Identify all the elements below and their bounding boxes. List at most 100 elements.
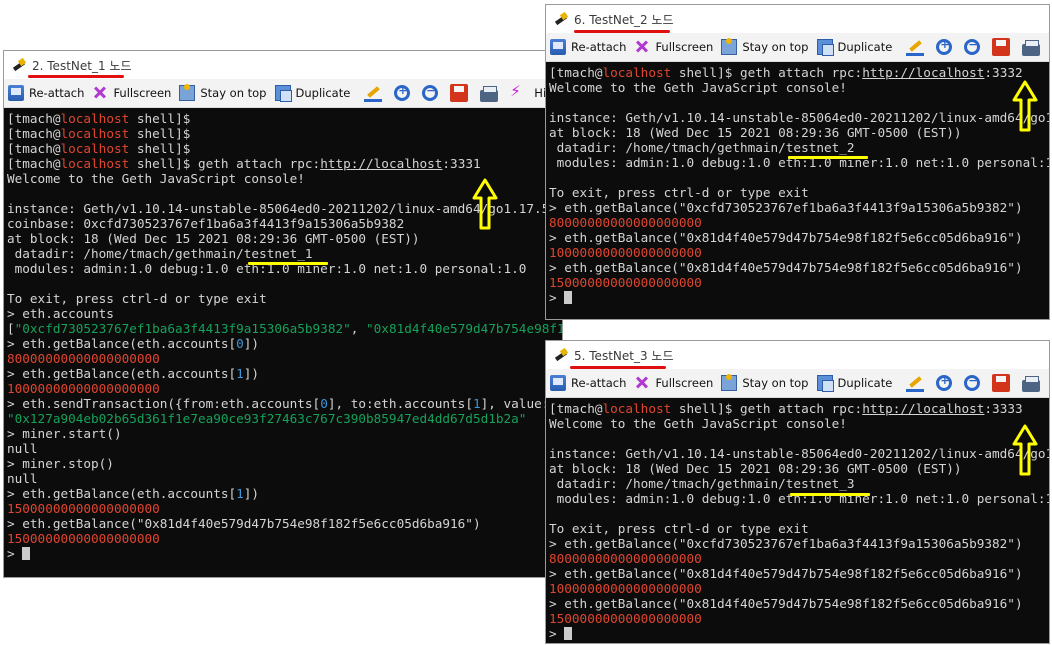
fullscreen-button[interactable]: Fullscreen — [634, 375, 713, 391]
save-icon[interactable] — [992, 374, 1011, 392]
terminal-text: shell]$ — [129, 141, 191, 156]
terminal-text: instance: Geth/v1.10.14-unstable-85064ed… — [549, 446, 1049, 461]
title-bar[interactable]: 5. TestNet_3 노드 — [546, 341, 1049, 369]
duplicate-label: Duplicate — [837, 40, 893, 54]
terminal-text: ]) — [243, 366, 260, 381]
edit-icon[interactable] — [906, 374, 925, 392]
terminal-text: 1 — [236, 366, 244, 381]
fullscreen-icon — [634, 39, 650, 55]
terminal-line: Welcome to the Geth JavaScript console! — [549, 80, 1049, 95]
terminal-line: > eth.accounts — [7, 306, 562, 321]
zoom-out-icon[interactable] — [422, 84, 439, 101]
stay-on-top-button[interactable]: Stay on top — [721, 38, 809, 55]
zoom-out-icon[interactable] — [964, 38, 981, 55]
terminal-line: 15000000000000000000 — [7, 501, 562, 516]
terminal-text: > eth.accounts — [7, 306, 114, 321]
text-cursor — [564, 627, 573, 640]
terminal-line: "0x127a904eb02b65d361f1e7ea90ce93f27463c… — [7, 411, 562, 426]
stay-on-top-icon — [721, 38, 738, 55]
zoom-in-icon[interactable] — [936, 374, 953, 391]
terminal-text: To exit, press ctrl-d or type exit — [7, 291, 267, 306]
terminal-text: localhost — [602, 401, 672, 416]
reattach-icon — [550, 375, 566, 391]
terminal-text: > eth.getBalance("0x81d4f40e579d47b754e9… — [549, 566, 1023, 581]
terminal-text: > eth.getBalance(eth.accounts[ — [7, 486, 237, 501]
print-icon[interactable] — [1022, 376, 1041, 392]
stay-on-top-button[interactable]: Stay on top — [179, 84, 267, 101]
terminal-text: 0 — [320, 396, 328, 411]
terminal-text: 80000000000000000000 — [549, 215, 702, 230]
edit-icon[interactable] — [906, 38, 925, 56]
terminal-line: > eth.getBalance(eth.accounts[0]) — [7, 336, 562, 351]
terminal-text: 15000000000000000000 — [549, 275, 702, 290]
terminal-text: [tmach@ — [549, 65, 603, 80]
terminal-text: > eth.getBalance(eth.accounts[ — [7, 366, 237, 381]
terminal-text: > eth.getBalance(eth.accounts[ — [7, 336, 237, 351]
save-icon[interactable] — [992, 38, 1011, 56]
title-underline-annotation — [574, 30, 670, 33]
terminal-output[interactable]: [tmach@localhost shell]$ geth attach rpc… — [546, 398, 1049, 643]
terminal-text: [ — [7, 321, 15, 336]
terminal-text: datadir: /home/tmach/gethmain/testnet_2 — [549, 140, 855, 155]
terminal-line: > miner.stop() — [7, 456, 562, 471]
fullscreen-button[interactable]: Fullscreen — [92, 85, 171, 101]
fullscreen-label: Fullscreen — [113, 86, 172, 100]
edit-icon[interactable] — [364, 84, 383, 102]
terminal-text: [tmach@ — [7, 156, 61, 171]
terminal-output[interactable]: [tmach@localhost shell]$ geth attach rpc… — [546, 62, 1049, 319]
terminal-app-icon — [554, 12, 568, 26]
print-icon[interactable] — [480, 86, 499, 102]
fullscreen-label: Fullscreen — [655, 40, 714, 54]
zoom-in-icon[interactable] — [936, 38, 953, 55]
fullscreen-icon — [92, 85, 108, 101]
terminal-line: 15000000000000000000 — [549, 275, 1049, 290]
terminal-text: > — [549, 290, 565, 305]
terminal-text: ]) — [243, 486, 260, 501]
terminal-line: [tmach@localhost shell]$ geth attach rpc… — [7, 156, 562, 171]
title-bar[interactable]: 2. TestNet_1 노드 — [4, 51, 562, 79]
window-title: 6. TestNet_2 노드 — [574, 12, 674, 27]
stay-on-top-button[interactable]: Stay on top — [721, 374, 809, 391]
terminal-window-testnet-3: 5. TestNet_3 노드 Re-attach Fullscreen Sta… — [545, 340, 1050, 644]
reattach-button[interactable]: Re-attach — [8, 85, 84, 101]
terminal-text: > eth.sendTransaction({from:eth.accounts… — [7, 396, 321, 411]
duplicate-label: Duplicate — [837, 376, 893, 390]
terminal-text: ], value: — [480, 396, 550, 411]
print-icon[interactable] — [1022, 40, 1041, 56]
reattach-button[interactable]: Re-attach — [550, 375, 626, 391]
terminal-line: To exit, press ctrl-d or type exit — [549, 185, 1049, 200]
duplicate-button[interactable]: Duplicate — [816, 39, 893, 56]
terminal-window-testnet-1: 2. TestNet_1 노드 Re-attach Fullscreen Sta… — [3, 50, 563, 578]
terminal-text: :3333 — [984, 401, 1023, 416]
fullscreen-icon — [634, 375, 650, 391]
reattach-label: Re-attach — [29, 86, 85, 100]
stay-on-top-label: Stay on top — [742, 376, 809, 390]
highlight-icon[interactable] — [510, 82, 528, 102]
stay-on-top-icon — [721, 374, 738, 391]
terminal-line: > — [549, 290, 1049, 305]
terminal-line: at block: 18 (Wed Dec 15 2021 08:29:36 G… — [549, 125, 1049, 140]
terminal-text: > eth.getBalance("0x81d4f40e579d47b754e9… — [549, 596, 1023, 611]
terminal-text: ], to:eth.accounts[ — [327, 396, 473, 411]
terminal-text: shell]$ geth attach rpc: — [671, 65, 863, 80]
zoom-out-icon[interactable] — [964, 374, 981, 391]
zoom-in-icon[interactable] — [394, 84, 411, 101]
save-icon[interactable] — [450, 84, 469, 102]
title-bar[interactable]: 6. TestNet_2 노드 — [546, 5, 1049, 33]
terminal-line: 15000000000000000000 — [549, 611, 1049, 626]
fullscreen-button[interactable]: Fullscreen — [634, 39, 713, 55]
terminal-text: localhost — [60, 111, 130, 126]
duplicate-button[interactable]: Duplicate — [816, 375, 893, 392]
terminal-text: shell]$ geth attach rpc: — [671, 401, 863, 416]
terminal-line: > eth.sendTransaction({from:eth.accounts… — [7, 396, 562, 411]
terminal-line: > eth.getBalance("0x81d4f40e579d47b754e9… — [549, 566, 1049, 581]
terminal-text: "0x127a904eb02b65d361f1e7ea90ce93f27463c… — [7, 411, 527, 426]
datadir-underline-annotation — [248, 262, 328, 265]
reattach-button[interactable]: Re-attach — [550, 39, 626, 55]
datadir-underline-annotation — [788, 156, 868, 159]
terminal-text: 1 — [472, 396, 481, 411]
terminal-window-testnet-2: 6. TestNet_2 노드 Re-attach Fullscreen Sta… — [545, 4, 1050, 320]
terminal-text: localhost — [60, 126, 130, 141]
duplicate-button[interactable]: Duplicate — [274, 85, 350, 102]
